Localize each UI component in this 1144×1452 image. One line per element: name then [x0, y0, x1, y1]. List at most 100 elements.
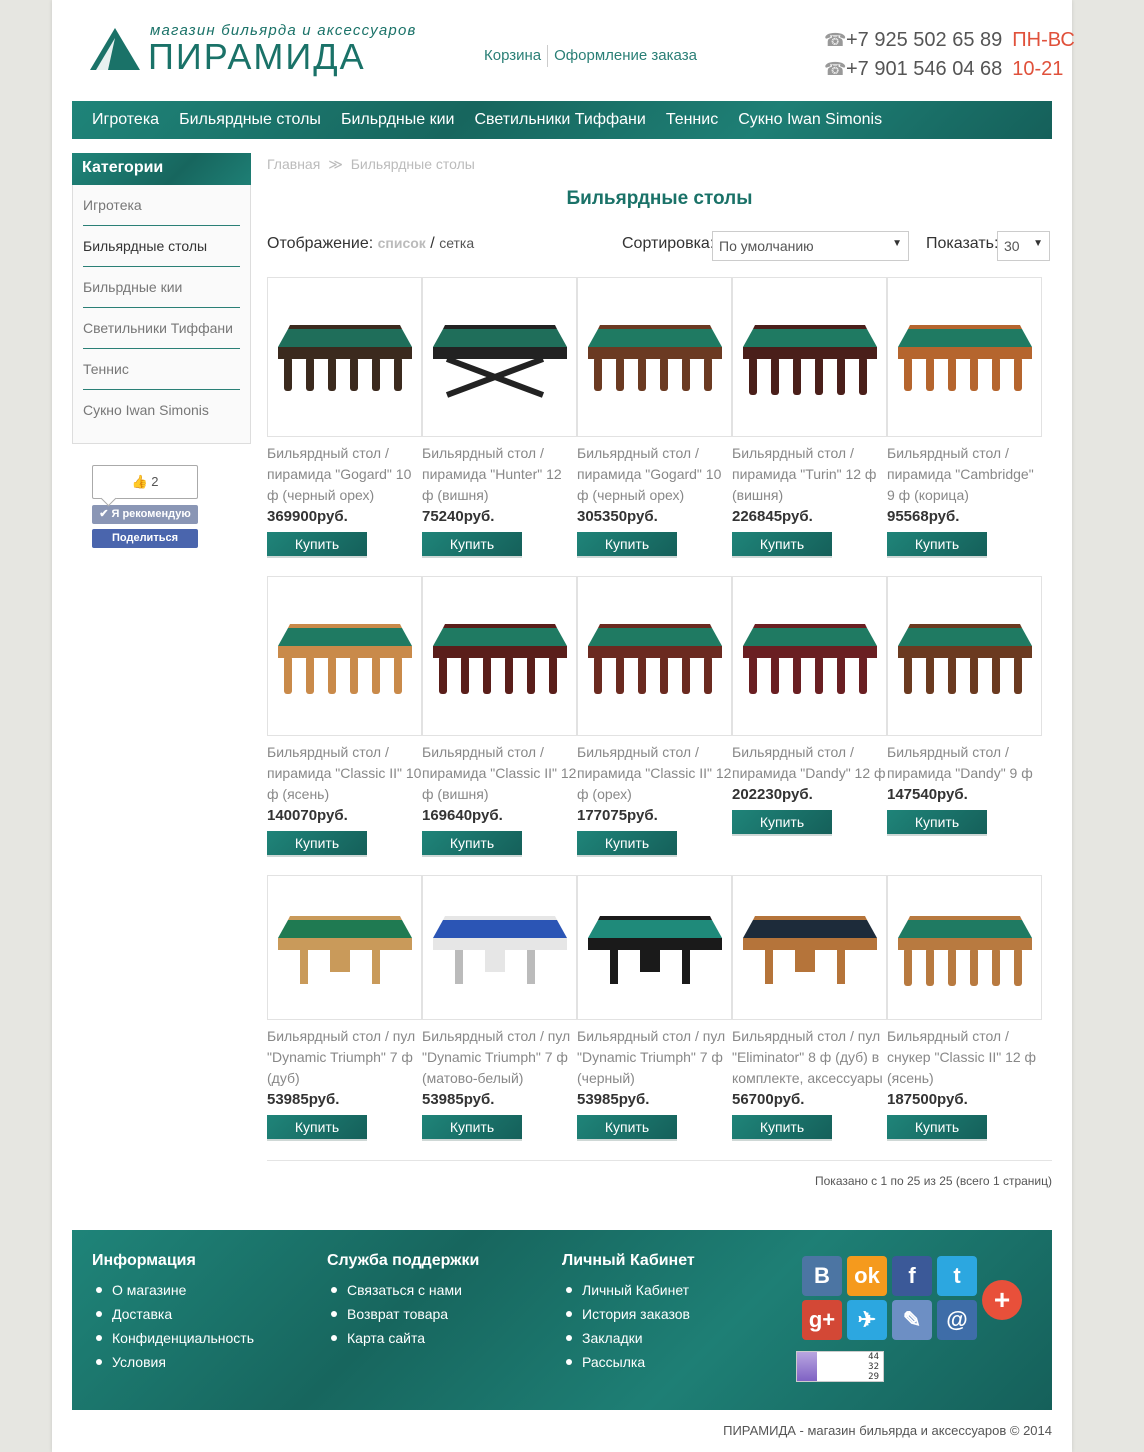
facebook-icon[interactable]: f [892, 1256, 932, 1296]
social-widget: 👍 2 ✔ Я рекомендую Поделиться [92, 465, 198, 548]
recommend-button[interactable]: ✔ Я рекомендую [92, 505, 198, 524]
product-name[interactable]: Бильярдный стол / пирамида "Dandy" 12 ф [732, 742, 887, 784]
product-image[interactable] [732, 277, 887, 437]
visit-counter[interactable]: 44 32 29 [796, 1351, 884, 1382]
buy-button[interactable]: Купить [577, 532, 677, 556]
footer-heading: Личный Кабинет [562, 1252, 695, 1269]
product-image[interactable] [577, 576, 732, 736]
mail-icon[interactable]: @ [937, 1300, 977, 1340]
footer-link[interactable]: Связаться с нами [327, 1278, 479, 1302]
product-image[interactable] [577, 875, 732, 1020]
product-name[interactable]: Бильярдный стол / пирамида "Classic II" … [577, 742, 732, 805]
product-name[interactable]: Бильярдный стол / пирамида "Cambridge" 9… [887, 443, 1042, 506]
buy-button[interactable]: Купить [422, 1115, 522, 1139]
nav-item-cloth[interactable]: Сукно Iwan Simonis [728, 111, 892, 129]
product-image[interactable] [422, 576, 577, 736]
sidebar-item-games[interactable]: Игротека [83, 185, 240, 226]
product-name[interactable]: Бильярдный стол / пирамида "Gogard" 10 ф… [577, 443, 732, 506]
share-button[interactable]: Поделиться [92, 529, 198, 548]
sidebar-item-cloth[interactable]: Сукно Iwan Simonis [83, 390, 240, 431]
product-name[interactable]: Бильярдный стол / снукер "Classic II" 12… [887, 1026, 1042, 1089]
buy-button[interactable]: Купить [732, 1115, 832, 1139]
product-name[interactable]: Бильярдный стол / пирамида "Classic II" … [267, 742, 422, 805]
buy-button[interactable]: Купить [577, 1115, 677, 1139]
nav-item-tiffany[interactable]: Светильники Тиффани [464, 111, 655, 129]
more-share-icon[interactable]: + [982, 1280, 1022, 1320]
product-name[interactable]: Бильярдный стол / пирамида "Gogard" 10 ф… [267, 443, 422, 506]
breadcrumb-home[interactable]: Главная [267, 156, 320, 172]
product-image[interactable] [887, 576, 1042, 736]
product-image[interactable] [422, 277, 577, 437]
sort-select[interactable]: По умолчанию ▼ [712, 231, 909, 261]
footer-link[interactable]: О магазине [92, 1278, 254, 1302]
livejournal-icon[interactable]: ✈ [847, 1300, 887, 1340]
sidebar-item-tables[interactable]: Бильярдные столы [83, 226, 240, 267]
product-name[interactable]: Бильярдный стол / пирамида "Turin" 12 ф … [732, 443, 887, 506]
product-name[interactable]: Бильярдный стол / пирамида "Classic II" … [422, 742, 577, 805]
buy-button[interactable]: Купить [887, 1115, 987, 1139]
product-image[interactable] [732, 875, 887, 1020]
product-name[interactable]: Бильярдный стол / пул "Dynamic Triumph" … [422, 1026, 577, 1089]
product-name[interactable]: Бильярдный стол / пул "Dynamic Triumph" … [577, 1026, 732, 1089]
product-name[interactable]: Бильярдный стол / пул "Eliminator" 8 ф (… [732, 1026, 887, 1089]
nav-item-tables[interactable]: Бильярдные столы [169, 111, 331, 129]
buy-button[interactable]: Купить [267, 831, 367, 855]
footer-link[interactable]: Закладки [562, 1326, 695, 1350]
buy-button[interactable]: Купить [732, 810, 832, 834]
buy-button[interactable]: Купить [267, 532, 367, 556]
product-image[interactable] [267, 875, 422, 1020]
google-plus-icon[interactable]: g+ [802, 1300, 842, 1340]
odnoklassniki-icon[interactable]: ok [847, 1256, 887, 1296]
blog-icon[interactable]: ✎ [892, 1300, 932, 1340]
cart-link[interactable]: Корзина [478, 47, 547, 64]
display-grid-link[interactable]: сетка [439, 235, 474, 251]
counter-values: 44 32 29 [868, 1352, 879, 1382]
footer-link[interactable]: Доставка [92, 1302, 254, 1326]
display-separator: / [430, 235, 435, 252]
product-image[interactable] [577, 277, 732, 437]
nav-item-games[interactable]: Игротека [82, 111, 169, 129]
vk-icon[interactable]: В [802, 1256, 842, 1296]
buy-button[interactable]: Купить [887, 532, 987, 556]
phone-number: +7 901 546 04 68 [846, 58, 1003, 80]
nav-item-cues[interactable]: Бильрдные кии [331, 111, 465, 129]
buy-button[interactable]: Купить [422, 532, 522, 556]
sidebar-item-cues[interactable]: Бильрдные кии [83, 267, 240, 308]
product-name[interactable]: Бильярдный стол / пирамида "Hunter" 12 ф… [422, 443, 577, 506]
product-price: 187500руб. [887, 1091, 968, 1108]
display-list-link[interactable]: список [378, 235, 426, 251]
footer-link[interactable]: Рассылка [562, 1350, 695, 1374]
product-name[interactable]: Бильярдный стол / пирамида "Dandy" 9 ф [887, 742, 1042, 784]
buy-button[interactable]: Купить [887, 810, 987, 834]
buy-button[interactable]: Купить [577, 831, 677, 855]
product-image[interactable] [732, 576, 887, 736]
buy-button[interactable]: Купить [422, 831, 522, 855]
logo[interactable]: магазин бильярда и аксессуаров ПИРАМИДА [88, 22, 415, 78]
buy-button[interactable]: Купить [267, 1115, 367, 1139]
product-image[interactable] [267, 576, 422, 736]
product-price: 177075руб. [577, 807, 658, 824]
product-image[interactable] [887, 277, 1042, 437]
like-button[interactable]: 👍 2 [92, 465, 198, 499]
product-name[interactable]: Бильярдный стол / пул "Dynamic Triumph" … [267, 1026, 422, 1089]
product-image[interactable] [267, 277, 422, 437]
footer-link[interactable]: Конфиденциальность [92, 1326, 254, 1350]
thumbs-up-icon: 👍 [131, 474, 148, 489]
sidebar-item-tennis[interactable]: Теннис [83, 349, 240, 390]
footer-link[interactable]: Условия [92, 1350, 254, 1374]
show-select[interactable]: 30 ▼ [997, 231, 1050, 261]
footer-column-support: Служба поддержки Связаться с нами Возвра… [327, 1252, 479, 1350]
product-image[interactable] [422, 875, 577, 1020]
product-price: 75240руб. [422, 508, 495, 525]
twitter-icon[interactable]: t [937, 1256, 977, 1296]
checkout-link[interactable]: Оформление заказа [548, 47, 703, 64]
footer-link[interactable]: Карта сайта [327, 1326, 479, 1350]
footer-link[interactable]: Личный Кабинет [562, 1278, 695, 1302]
buy-button[interactable]: Купить [732, 532, 832, 556]
counter-value: 44 [868, 1352, 879, 1362]
nav-item-tennis[interactable]: Теннис [656, 111, 728, 129]
footer-link[interactable]: Возврат товара [327, 1302, 479, 1326]
footer-link[interactable]: История заказов [562, 1302, 695, 1326]
sidebar-item-tiffany[interactable]: Светильники Тиффани [83, 308, 240, 349]
product-image[interactable] [887, 875, 1042, 1020]
